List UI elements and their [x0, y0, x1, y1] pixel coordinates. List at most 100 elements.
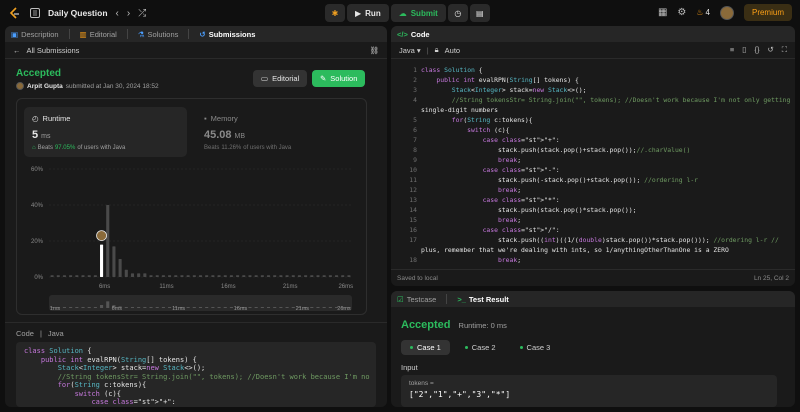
braces-icon[interactable]: {} [754, 45, 759, 55]
code-line: //String tokensStr= String.join("", toke… [57, 372, 370, 381]
distribution-bar [223, 275, 227, 277]
case-3-tab[interactable]: Case 3 [511, 340, 560, 355]
range-bar [137, 307, 141, 308]
code-line: 1 class Solution { [391, 65, 795, 75]
range-bar [75, 307, 79, 308]
fullscreen-icon[interactable]: ⛶ [782, 45, 787, 55]
solution-button[interactable]: ✎ Solution [312, 70, 366, 87]
distribution-bar [266, 275, 271, 277]
distribution-bar [211, 275, 215, 277]
timer-button[interactable]: ◷ [447, 4, 468, 22]
range-bar [100, 305, 104, 308]
code-line: 6 switch (c){ [391, 125, 795, 135]
range-bar [192, 307, 196, 308]
code-text: stack.push((int)((1/(double)stack.pop())… [421, 236, 779, 244]
code-editor[interactable]: 1 class Solution {2 public int evalRPN(St… [391, 63, 795, 263]
distribution-bar [168, 275, 172, 277]
daily-question-title[interactable]: Daily Question [48, 8, 108, 18]
line-number: 13 [409, 196, 417, 204]
all-submissions-link[interactable]: All Submissions [27, 46, 80, 55]
gear-icon[interactable]: ⚙ [677, 7, 686, 18]
chevron-right-icon[interactable]: › [127, 8, 130, 19]
book-open-icon: ▭ [261, 74, 269, 83]
code-line: for(String c:tokens){ [57, 381, 147, 389]
code-line: class Solution { [24, 347, 92, 355]
distribution-bar [291, 275, 295, 277]
submit-button[interactable]: ☁ Submit [390, 4, 446, 22]
distribution-bar [328, 275, 332, 277]
tab-submissions[interactable]: ↺ Submissions [199, 30, 255, 39]
line-number: 12 [409, 186, 417, 194]
arrow-left-icon[interactable]: ← [13, 46, 21, 55]
distribution-bar [93, 275, 97, 277]
code-line: 3 Stack<Integer> stack=new Stack<>(); [391, 85, 795, 95]
memory-card[interactable]: ▪ Memory 45.08 MB Beats 11.26% of users … [202, 107, 362, 157]
tab-testcase[interactable]: ☑ Testcase [397, 295, 436, 304]
chip-icon: ▪ [204, 114, 207, 123]
tab-solutions[interactable]: ⚗ Solutions [138, 30, 179, 39]
tab-test-result[interactable]: >_ Test Result [457, 295, 508, 304]
user-avatar[interactable] [719, 5, 734, 20]
code-text: stack.push(stack.pop()*stack.pop()); [421, 206, 637, 214]
range-bar [130, 307, 135, 308]
distribution-bar [260, 275, 264, 277]
code-text: case class="st">"*": [482, 196, 560, 204]
range-bar [328, 307, 332, 308]
chevron-left-icon[interactable]: ‹ [116, 8, 119, 19]
distribution-bar [236, 275, 240, 277]
link-icon[interactable]: ⛓ [369, 46, 379, 55]
range-bar [186, 307, 190, 308]
case-tabs: Case 1 Case 2 Case 3 [401, 340, 559, 355]
shuffle-icon[interactable]: ⤮ [138, 8, 146, 19]
distribution-bar [50, 275, 54, 277]
run-button[interactable]: ▶ Run [347, 4, 389, 22]
submitted-code-block[interactable]: class Solution { public int evalRPN(Stri… [16, 342, 376, 407]
distribution-bar [248, 275, 252, 277]
y-tick-label: 20% [31, 239, 44, 245]
tab-editorial[interactable]: ▥ Editorial [80, 30, 117, 39]
history-icon: ↺ [199, 29, 206, 39]
note-icon: ▤ [476, 8, 484, 18]
case-2-tab[interactable]: Case 2 [456, 340, 505, 355]
range-bar [81, 307, 85, 308]
range-bar [316, 307, 320, 308]
runtime-card[interactable]: ◴ Runtime 5 ms ⌂ Beats 97.05% of users w… [24, 107, 187, 157]
code-text: break; [497, 256, 522, 263]
range-bar [310, 307, 314, 308]
distribution-bar [304, 275, 308, 277]
cursor-position: Ln 25, Col 2 [753, 274, 789, 282]
bookmark-icon[interactable]: ▯ [742, 45, 746, 55]
streak-counter[interactable]: ♨ 4 [696, 8, 710, 17]
editorial-button[interactable]: ▭ Editorial [253, 70, 308, 87]
problem-list-icon[interactable] [30, 8, 40, 18]
distribution-bar [62, 275, 67, 277]
cloud-upload-icon: ☁ [398, 8, 407, 18]
range-bar [217, 307, 221, 308]
distribution-bar [56, 275, 60, 277]
code-line: 5 for(String c:tokens){ [391, 115, 795, 125]
x-tick-label: 21ms [283, 284, 298, 290]
range-bar [266, 307, 271, 308]
leetcode-logo-icon[interactable] [8, 6, 22, 20]
language-select[interactable]: Java ▾ [399, 46, 421, 55]
runtime-distribution-chart: 60% 40% 20% 0% 6ms 11ms 16ms 21ms 26ms 1ms 6ms 11ms… [31, 167, 353, 312]
format-icon[interactable]: ≡ [730, 45, 734, 55]
author-name[interactable]: Arpit Gupta [27, 83, 63, 90]
distribution-bar [124, 269, 128, 277]
auto-mode[interactable]: Auto [445, 46, 460, 55]
code-text: case class="st">"+": [482, 136, 560, 144]
case-1-tab[interactable]: Case 1 [401, 340, 450, 355]
reset-icon[interactable]: ↺ [767, 45, 773, 55]
tab-code[interactable]: </> Code [397, 30, 430, 39]
code-text: Stack<Integer> stack=new Stack<>(); [451, 86, 587, 94]
distribution-bar [130, 273, 135, 277]
test-panel: ☑ Testcase >_ Test Result Accepted Runti… [391, 291, 795, 407]
code-text: case class="st">"/": [482, 226, 560, 234]
debug-button[interactable]: ✱ [325, 4, 345, 22]
layout-grid-icon[interactable]: ▦ [658, 7, 667, 18]
line-number: 5 [413, 116, 417, 124]
notes-button[interactable]: ▤ [469, 4, 490, 22]
premium-button[interactable]: Premium [743, 4, 792, 21]
tab-description[interactable]: ▣ Description [11, 30, 59, 39]
y-tick-label: 60% [31, 167, 44, 173]
